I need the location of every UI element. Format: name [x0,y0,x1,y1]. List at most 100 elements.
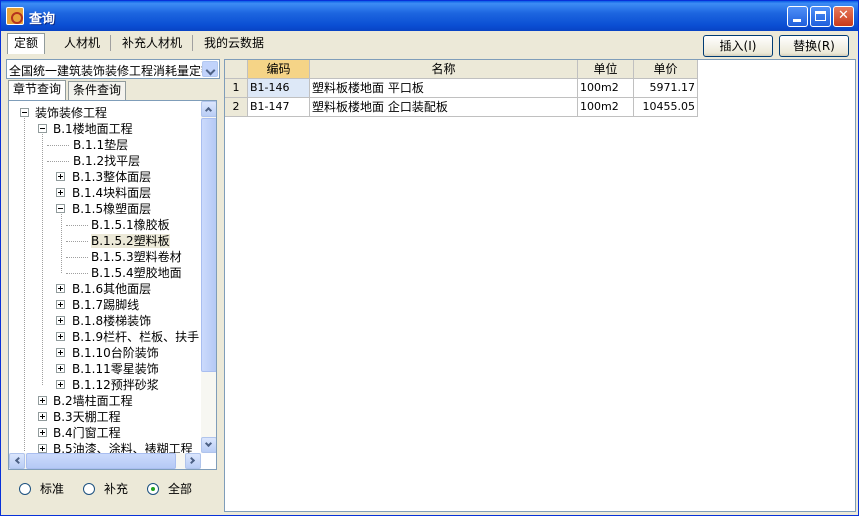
chevron-down-icon[interactable] [202,61,218,77]
tree-node-b1-11[interactable]: B.1.11零星装饰 [55,361,159,377]
tree-horizontal-scrollbar[interactable] [9,453,201,469]
horizontal-scroll-thumb[interactable] [26,453,176,469]
collapse-icon[interactable] [38,124,47,133]
title-bar[interactable]: 查询 ✕ [1,1,858,31]
scroll-right-button[interactable] [185,453,201,469]
window-title: 查询 [29,12,56,27]
filter-all[interactable]: 全部 [147,481,192,497]
close-icon: ✕ [838,8,849,23]
chapter-tree[interactable]: 装饰装修工程 B.1楼地面工程 B.1.1垫层 B.1.2找平层 B.1.3整体… [8,100,217,470]
row-number[interactable]: 2 [225,98,248,117]
tree-line [24,113,25,451]
expand-icon[interactable] [56,332,65,341]
tree-line [66,241,88,242]
tab-quota[interactable]: 定额 [7,33,46,54]
expand-icon[interactable] [56,172,65,181]
column-header-code[interactable]: 编码 [248,60,310,79]
chevron-right-icon [187,456,196,465]
chevron-down-icon [204,439,213,448]
query-window: 查询 ✕ 定额 人材机 补充人材机 我的云数据 插入(I) 替换(R) 全国统一… [0,0,859,516]
collapse-icon[interactable] [56,204,65,213]
tree-node-b1-3[interactable]: B.1.3整体面层 [55,169,151,185]
scroll-down-button[interactable] [201,437,216,453]
tree-node-b1-6[interactable]: B.1.6其他面层 [55,281,151,297]
expand-icon[interactable] [56,284,65,293]
tree-node-b1-5-1[interactable]: B.1.5.1橡胶板 [91,217,170,233]
grid-corner [225,60,248,79]
tree-vertical-scrollbar[interactable] [201,101,216,453]
scroll-up-button[interactable] [201,101,216,117]
quota-library-select[interactable]: 全国统一建筑装饰装修工程消耗量定额 [6,59,220,79]
cell-code[interactable]: B1-146 [248,79,310,98]
tree-node-b1-8[interactable]: B.1.8楼梯装饰 [55,313,151,329]
tree-node-decoration[interactable]: 装饰装修工程 [19,105,107,121]
cell-unit[interactable]: 100m2 [578,79,634,98]
tab-labor-material-machine[interactable]: 人材机 [57,33,107,53]
tree-node-b1-9[interactable]: B.1.9栏杆、栏板、扶手 [55,329,199,345]
tree-line [47,145,69,146]
maximize-icon [815,11,826,21]
expand-icon[interactable] [38,396,47,405]
tree-node-b1-2[interactable]: B.1.2找平层 [73,153,140,169]
tree-line [61,209,62,273]
tab-separator [192,35,193,51]
replace-button[interactable]: 替换(R) [779,35,849,57]
expand-icon[interactable] [56,316,65,325]
tree-line [66,257,88,258]
tree-node-b4[interactable]: B.4门窗工程 [37,425,121,441]
expand-icon[interactable] [56,348,65,357]
expand-icon[interactable] [56,380,65,389]
minimize-button[interactable] [787,6,808,27]
cell-code[interactable]: B1-147 [248,98,310,117]
radio-all[interactable] [147,483,159,495]
cell-price[interactable]: 5971.17 [634,79,698,98]
tree-node-b1-12[interactable]: B.1.12预拌砂浆 [55,377,159,393]
column-header-price[interactable]: 单价 [634,60,698,79]
tree-node-b1-4[interactable]: B.1.4块料面层 [55,185,151,201]
tree-node-b1-1[interactable]: B.1.1垫层 [73,137,128,153]
tree-node-b1-5[interactable]: B.1.5橡塑面层 [55,201,151,217]
expand-icon[interactable] [38,428,47,437]
radio-standard[interactable] [19,483,31,495]
tree-node-b1-5-4[interactable]: B.1.5.4塑胶地面 [91,265,182,281]
tree-node-b1-7[interactable]: B.1.7踢脚线 [55,297,139,313]
tree-node-b3[interactable]: B.3天棚工程 [37,409,121,425]
quota-library-value: 全国统一建筑装饰装修工程消耗量定额 [9,64,203,78]
close-button[interactable]: ✕ [833,6,854,27]
vertical-scroll-thumb[interactable] [201,118,216,372]
tab-separator [110,35,111,51]
tree-node-b1[interactable]: B.1楼地面工程 [37,121,133,137]
tab-condition-query[interactable]: 条件查询 [68,81,127,100]
expand-icon[interactable] [56,364,65,373]
expand-icon[interactable] [38,412,47,421]
tree-node-b1-10[interactable]: B.1.10台阶装饰 [55,345,159,361]
tree-line [47,161,69,162]
results-grid[interactable]: 编码 名称 单位 单价 1 B1-146 塑料板楼地面 平口板 100m2 59… [224,59,856,512]
column-header-name[interactable]: 名称 [310,60,578,79]
cell-name[interactable]: 塑料板楼地面 企口装配板 [310,98,578,117]
cell-name[interactable]: 塑料板楼地面 平口板 [310,79,578,98]
insert-button[interactable]: 插入(I) [703,35,773,57]
collapse-icon[interactable] [20,108,29,117]
chevron-left-icon [14,456,23,465]
cell-price[interactable]: 10455.05 [634,98,698,117]
tab-supplement-lmm[interactable]: 补充人材机 [115,33,189,53]
expand-icon[interactable] [56,188,65,197]
row-number[interactable]: 1 [225,79,248,98]
maximize-button[interactable] [810,6,831,27]
radio-supplement[interactable] [83,483,95,495]
tab-my-cloud-data[interactable]: 我的云数据 [197,33,271,53]
expand-icon[interactable] [38,444,47,453]
tree-node-b2[interactable]: B.2墙柱面工程 [37,393,133,409]
scroll-left-button[interactable] [9,453,25,469]
filter-standard[interactable]: 标准 [19,481,64,497]
tree-line [42,129,43,385]
expand-icon[interactable] [56,300,65,309]
tree-node-b1-5-2[interactable]: B.1.5.2塑料板 [91,233,170,249]
filter-supplement[interactable]: 补充 [83,481,128,497]
cell-unit[interactable]: 100m2 [578,98,634,117]
tab-chapter-query[interactable]: 章节查询 [8,80,67,101]
column-header-unit[interactable]: 单位 [578,60,634,79]
tree-node-b1-5-3[interactable]: B.1.5.3塑料卷材 [91,249,182,265]
tree-line [66,225,88,226]
